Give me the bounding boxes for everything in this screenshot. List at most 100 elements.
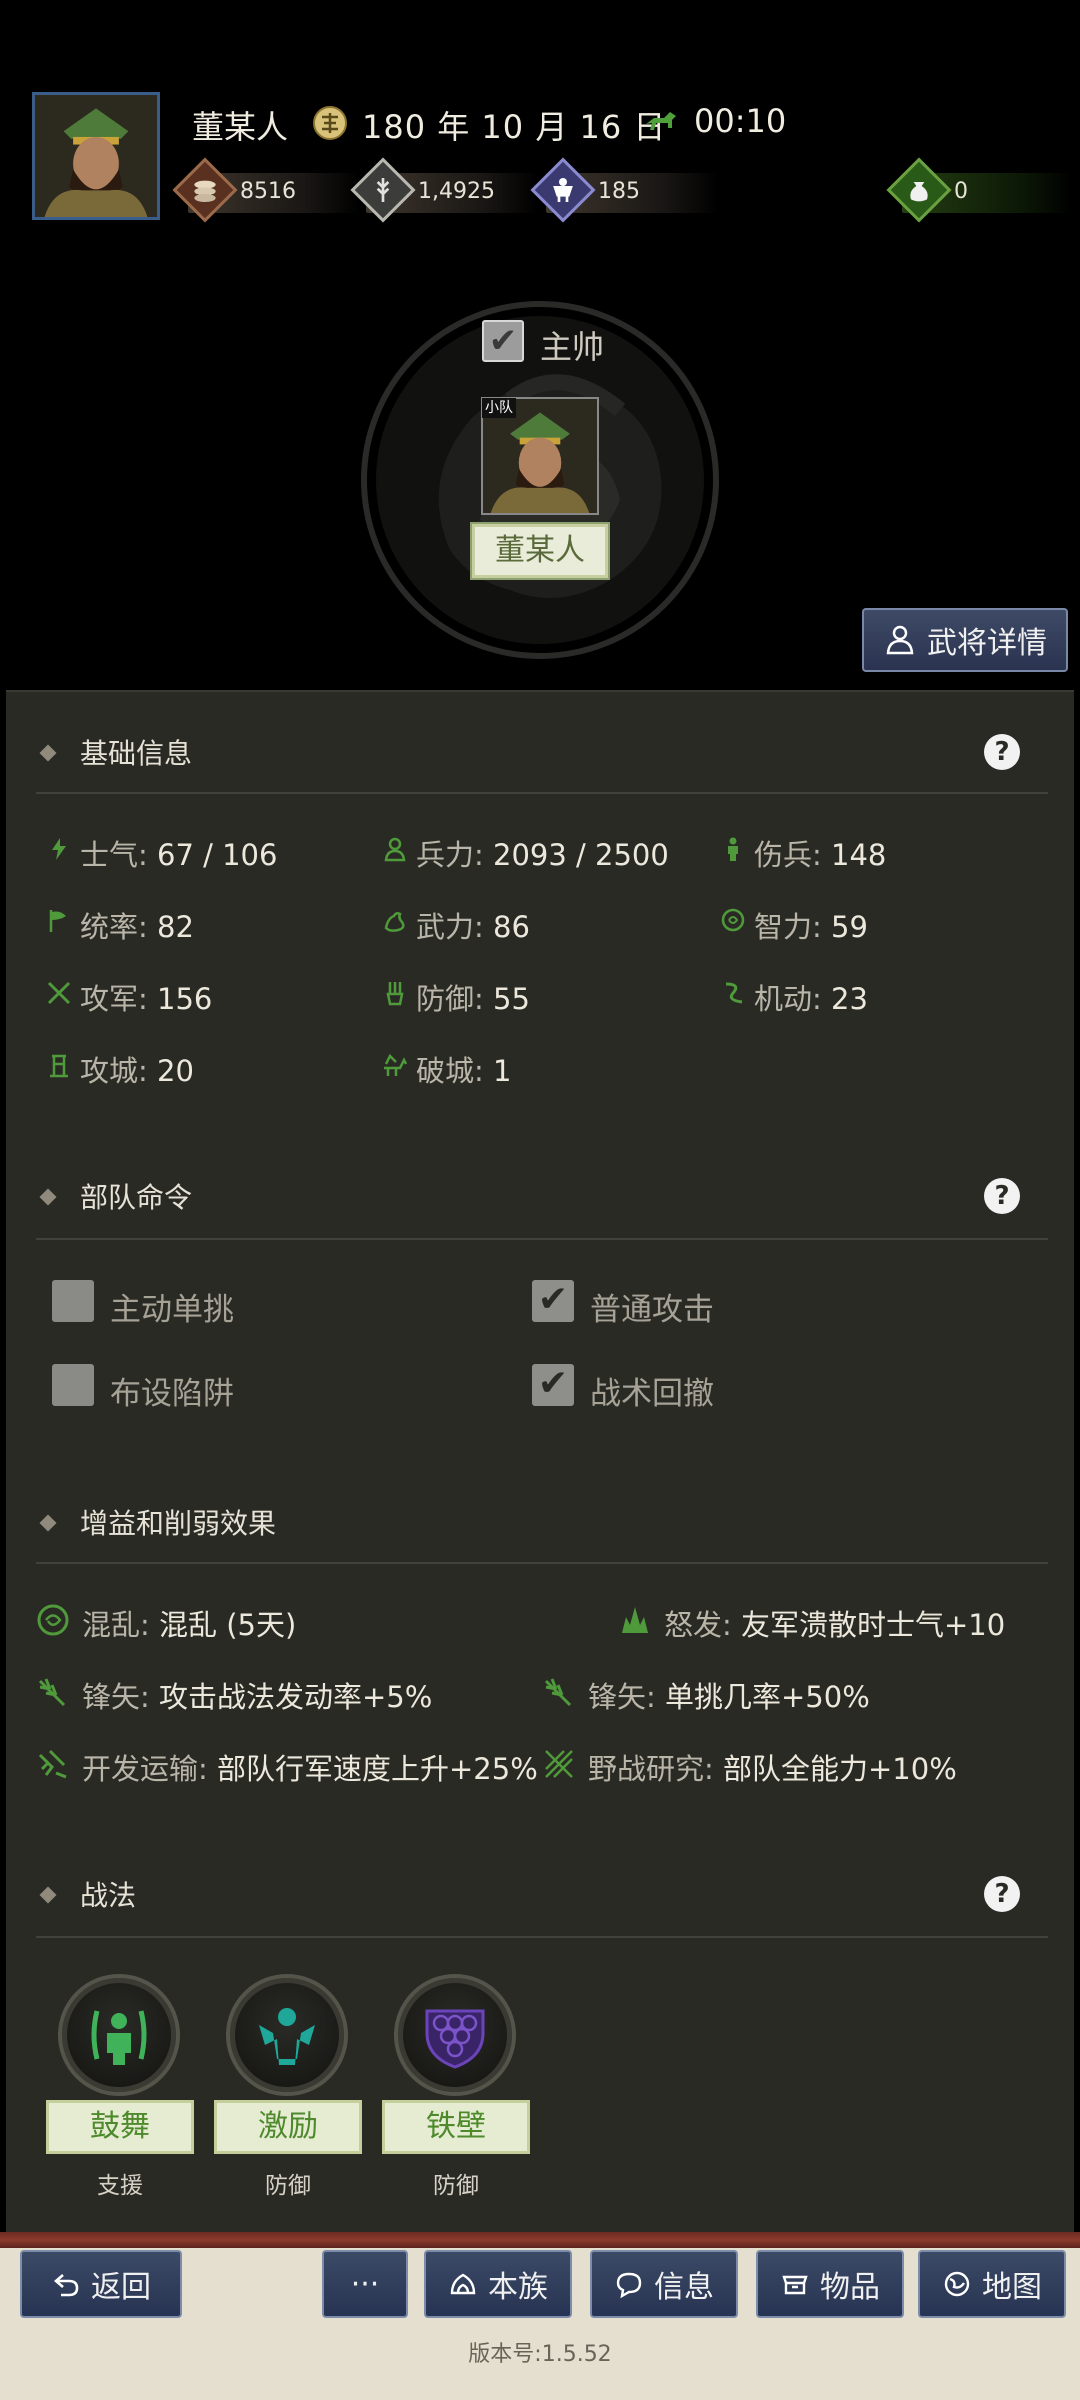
tactic-inspire-name[interactable]: 激励 bbox=[214, 2100, 362, 2154]
effect-arrow-formation-2[interactable]: 锋矢: 单挑几率+50% bbox=[544, 1674, 870, 1716]
stat-mobility: 机动: 23 bbox=[725, 976, 868, 1018]
game-date: 180 年 10 月 16 日 bbox=[362, 108, 667, 146]
tactic-iron-wall-type: 防御 bbox=[433, 2173, 479, 2199]
troops-icon bbox=[384, 837, 406, 862]
effect-arrow-formation-1[interactable]: 锋矢: 攻击战法发动率+5% bbox=[38, 1674, 432, 1716]
general-icon bbox=[886, 625, 914, 655]
soldier-icon bbox=[530, 157, 596, 223]
iron-wall-icon bbox=[425, 2009, 485, 2069]
wounded-icon bbox=[728, 837, 738, 861]
order-normal-attack-checkbox[interactable]: ✔ bbox=[532, 1280, 574, 1322]
stat-breach: 破城: 1 bbox=[384, 1048, 511, 1090]
stat-wounded: 伤兵: 148 bbox=[728, 832, 886, 874]
intelligence-icon bbox=[721, 908, 745, 932]
orders-heading: 部队命令 bbox=[39, 1176, 192, 1216]
divider bbox=[36, 792, 1048, 794]
unit-name-plate[interactable]: 董某人 bbox=[470, 522, 610, 580]
tactics-heading: 战法 bbox=[39, 1874, 136, 1914]
siege-icon bbox=[50, 1054, 68, 1078]
divider bbox=[36, 1238, 1048, 1240]
clan-button[interactable]: 本族 bbox=[424, 2250, 572, 2318]
info-label: 信息 bbox=[654, 2270, 714, 2305]
tactic-inspire-icon-ring[interactable] bbox=[226, 1974, 348, 2096]
more-button[interactable]: ··· bbox=[322, 2250, 408, 2318]
order-normal-attack[interactable]: ✔ 普通攻击 bbox=[532, 1280, 714, 1329]
coin-value: 8516 bbox=[240, 179, 296, 204]
unit-info-panel: 基础信息 ? 士气: 67 / 106 兵力: 2093 / 2500 伤兵: … bbox=[6, 690, 1074, 2240]
command-icon bbox=[49, 910, 66, 932]
effects-heading: 增益和削弱效果 bbox=[39, 1502, 276, 1542]
back-button[interactable]: 返回 bbox=[20, 2250, 182, 2318]
rage-icon bbox=[622, 1607, 648, 1633]
tactics-help-button[interactable]: ? bbox=[984, 1876, 1020, 1912]
map-label: 地图 bbox=[982, 2270, 1042, 2305]
stat-strength: 武力: 86 bbox=[384, 904, 530, 946]
globe-icon bbox=[944, 2271, 970, 2297]
troops-value: 185 bbox=[598, 179, 640, 204]
map-button[interactable]: 地图 bbox=[918, 2250, 1066, 2318]
tactic-inspire-type: 防御 bbox=[265, 2173, 311, 2199]
tactic-iron-wall-icon-ring[interactable] bbox=[394, 1974, 516, 2096]
calendar-icon bbox=[313, 106, 347, 140]
order-set-trap-checkbox[interactable] bbox=[52, 1364, 94, 1406]
stat-intelligence: 智力: 59 bbox=[721, 904, 868, 946]
items-label: 物品 bbox=[820, 2270, 880, 2305]
clan-label: 本族 bbox=[488, 2270, 548, 2305]
stat-siege: 攻城: 20 bbox=[50, 1048, 194, 1090]
general-detail-button[interactable]: 武将详情 bbox=[862, 608, 1068, 672]
troops-resource[interactable]: 185 bbox=[530, 157, 718, 223]
bag-resource[interactable]: 0 bbox=[886, 157, 1072, 223]
order-tactical-retreat-checkbox[interactable]: ✔ bbox=[532, 1364, 574, 1406]
player-name: 董某人 bbox=[192, 108, 289, 146]
morale-icon bbox=[52, 838, 66, 860]
attack-icon bbox=[47, 981, 71, 1005]
order-tactical-retreat[interactable]: ✔ 战术回撤 bbox=[532, 1364, 714, 1413]
food-resource[interactable]: 1,4925 bbox=[350, 157, 538, 223]
commander-label: 主帅 bbox=[540, 328, 605, 366]
tactic-iron-wall-name[interactable]: 铁壁 bbox=[382, 2100, 530, 2154]
effect-transport[interactable]: 开发运输: 部队行军速度上升+25% bbox=[38, 1746, 538, 1788]
transport-icon bbox=[38, 1749, 67, 1779]
player-avatar[interactable] bbox=[32, 92, 160, 220]
mobility-icon bbox=[725, 982, 743, 1004]
back-arrow-icon bbox=[54, 2274, 79, 2297]
commander-checkbox[interactable]: ✔ bbox=[482, 320, 524, 362]
info-button[interactable]: 信息 bbox=[590, 2250, 738, 2318]
chat-bubble-icon bbox=[616, 2272, 642, 2299]
divider bbox=[36, 1936, 1048, 1938]
arrow-formation-icon bbox=[544, 1678, 572, 1707]
stat-morale: 士气: 67 / 106 bbox=[52, 832, 277, 874]
stat-defense: 防御: 55 bbox=[386, 976, 530, 1018]
clan-icon bbox=[450, 2273, 476, 2295]
effect-rage[interactable]: 怒发: 友军溃散时士气+10 bbox=[622, 1602, 1005, 1644]
confusion-icon bbox=[37, 1604, 69, 1636]
tactic-encourage-icon-ring[interactable] bbox=[58, 1974, 180, 2096]
items-icon bbox=[782, 2275, 808, 2295]
items-button[interactable]: 物品 bbox=[756, 2250, 904, 2318]
defense-icon bbox=[386, 982, 404, 1006]
tactic-encourage-type: 支援 bbox=[97, 2173, 143, 2199]
effect-field-research[interactable]: 野战研究: 部队全能力+10% bbox=[545, 1746, 957, 1788]
bottom-navigation: 返回 ··· 本族 信息 物品 地图 bbox=[0, 2232, 1080, 2400]
tactic-encourage-name[interactable]: 鼓舞 bbox=[46, 2100, 194, 2154]
unit-tag: 小队 bbox=[482, 398, 516, 418]
order-set-trap[interactable]: 布设陷阱 bbox=[52, 1364, 234, 1413]
horse-speed-icon[interactable] bbox=[644, 110, 678, 132]
coin-resource[interactable]: 8516 bbox=[172, 157, 360, 223]
basic-info-heading: 基础信息 bbox=[39, 732, 192, 772]
orders-help-button[interactable]: ? bbox=[984, 1178, 1020, 1214]
bag-icon bbox=[886, 157, 952, 223]
basic-info-help-button[interactable]: ? bbox=[984, 734, 1020, 770]
decorative-stripe bbox=[0, 2232, 1080, 2248]
top-header: 董某人 180 年 10 月 16 日 00:10 8516 1,4925 18… bbox=[0, 0, 1080, 690]
bag-value: 0 bbox=[954, 179, 968, 204]
divider bbox=[36, 1562, 1048, 1564]
effect-confusion[interactable]: 混乱: 混乱 (5天) bbox=[37, 1602, 296, 1644]
order-duel-checkbox[interactable] bbox=[52, 1280, 94, 1322]
back-label: 返回 bbox=[91, 2270, 151, 2305]
breach-icon bbox=[384, 1053, 408, 1076]
game-time: 00:10 bbox=[694, 102, 787, 140]
order-duel[interactable]: 主动单挑 bbox=[52, 1280, 234, 1329]
encourage-icon bbox=[91, 2010, 147, 2065]
stat-troops: 兵力: 2093 / 2500 bbox=[384, 832, 669, 874]
